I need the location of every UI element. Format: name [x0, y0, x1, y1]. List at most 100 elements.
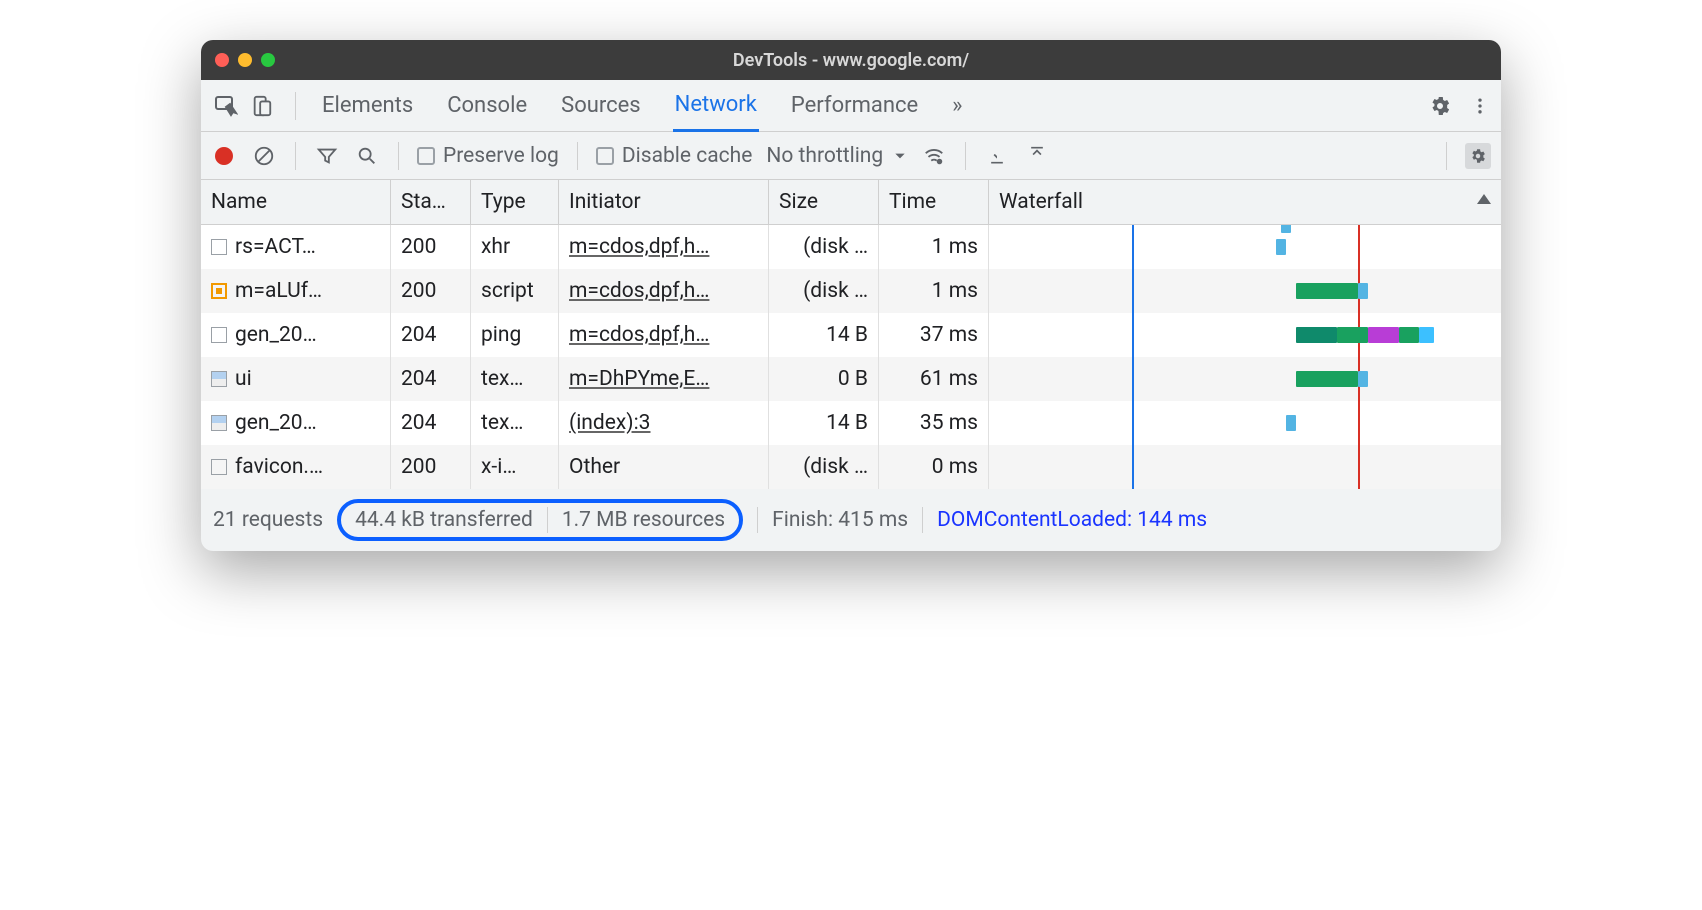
- separator: [1446, 142, 1447, 170]
- timing-bar: [1296, 327, 1337, 343]
- request-name: m=aLUf…: [235, 279, 322, 303]
- tab-network[interactable]: Network: [673, 80, 759, 132]
- requests-count: 21 requests: [213, 508, 323, 532]
- table-row[interactable]: m=aLUf…200scriptm=cdos,dpf,h…(disk …1 ms: [201, 269, 1501, 313]
- column-status[interactable]: Sta…: [391, 180, 471, 224]
- tab-sources[interactable]: Sources: [559, 81, 643, 130]
- timing-bar: [1368, 327, 1399, 343]
- table-row[interactable]: favicon.…200x-i…Other(disk …0 ms: [201, 445, 1501, 489]
- column-type[interactable]: Type: [471, 180, 559, 224]
- timing-bar: [1286, 415, 1296, 431]
- domcontentloaded-line: [1132, 445, 1134, 489]
- checkbox-icon: [417, 147, 435, 165]
- tabs-overflow-button[interactable]: »: [950, 81, 964, 130]
- request-size: 0 B: [769, 357, 879, 401]
- status-code: 204: [391, 357, 471, 401]
- throttling-label: No throttling: [766, 144, 883, 168]
- export-har-icon[interactable]: [1024, 143, 1050, 169]
- inspect-element-icon[interactable]: [213, 93, 239, 119]
- request-name: gen_20…: [235, 323, 317, 347]
- timing-bar: [1296, 371, 1357, 387]
- table-row[interactable]: ui204tex…m=DhPYme,E…0 B61 ms: [201, 357, 1501, 401]
- doc-file-icon: [211, 327, 227, 343]
- device-toggle-icon[interactable]: [249, 93, 275, 119]
- initiator-link[interactable]: m=cdos,dpf,h…: [569, 235, 709, 259]
- network-settings-gear-icon[interactable]: [1465, 143, 1491, 169]
- status-bar: 21 requests 44.4 kB transferred 1.7 MB r…: [201, 489, 1501, 551]
- waterfall-cell: [989, 445, 1501, 489]
- initiator-link[interactable]: m=cdos,dpf,h…: [569, 279, 709, 303]
- column-waterfall[interactable]: Waterfall: [989, 180, 1501, 224]
- window-title: DevTools - www.google.com/: [201, 50, 1501, 71]
- load-event-line: [1358, 445, 1360, 489]
- column-waterfall-label: Waterfall: [999, 190, 1083, 214]
- request-size: (disk …: [769, 269, 879, 313]
- request-time: 35 ms: [879, 401, 989, 445]
- import-har-icon[interactable]: [984, 143, 1010, 169]
- network-conditions-icon[interactable]: [921, 143, 947, 169]
- separator: [922, 507, 923, 533]
- doc-file-icon: [211, 459, 227, 475]
- clear-button[interactable]: [251, 143, 277, 169]
- request-type: script: [471, 269, 559, 313]
- close-window-button[interactable]: [215, 53, 229, 67]
- request-time: 0 ms: [879, 445, 989, 489]
- column-size[interactable]: Size: [769, 180, 879, 224]
- record-button[interactable]: [211, 143, 237, 169]
- tab-console[interactable]: Console: [445, 81, 529, 130]
- request-size: 14 B: [769, 401, 879, 445]
- throttling-dropdown[interactable]: No throttling: [766, 144, 907, 168]
- column-initiator[interactable]: Initiator: [559, 180, 769, 224]
- timing-bar: [1281, 225, 1291, 233]
- table-row[interactable]: gen_20…204tex…(index):314 B35 ms: [201, 401, 1501, 445]
- request-type: xhr: [471, 225, 559, 269]
- domcontentloaded-line: [1132, 225, 1134, 269]
- js-file-icon: [211, 283, 227, 299]
- request-time: 37 ms: [879, 313, 989, 357]
- chevron-down-icon: [893, 149, 907, 163]
- load-event-line: [1358, 225, 1360, 269]
- timing-bar: [1399, 327, 1419, 343]
- request-size: 14 B: [769, 313, 879, 357]
- domcontentloaded-line: [1132, 357, 1134, 401]
- initiator-link[interactable]: m=DhPYme,E…: [569, 367, 709, 391]
- table-row[interactable]: rs=ACT…200xhrm=cdos,dpf,h…(disk …1 ms: [201, 225, 1501, 269]
- initiator-link[interactable]: m=cdos,dpf,h…: [569, 323, 709, 347]
- doc-file-icon: [211, 239, 227, 255]
- table-row[interactable]: gen_20…204pingm=cdos,dpf,h…14 B37 ms: [201, 313, 1501, 357]
- maximize-window-button[interactable]: [261, 53, 275, 67]
- checkbox-icon: [596, 147, 614, 165]
- settings-gear-icon[interactable]: [1427, 93, 1453, 119]
- kebab-menu-icon[interactable]: [1467, 93, 1493, 119]
- finish-time: Finish: 415 ms: [772, 508, 908, 532]
- status-code: 200: [391, 225, 471, 269]
- sort-ascending-icon: [1477, 194, 1491, 204]
- preserve-log-checkbox[interactable]: Preserve log: [417, 144, 559, 168]
- load-event-line: [1358, 401, 1360, 445]
- tab-elements[interactable]: Elements: [320, 81, 415, 130]
- timing-bar: [1276, 239, 1286, 255]
- timing-bar: [1337, 327, 1368, 343]
- request-size: (disk …: [769, 225, 879, 269]
- separator: [295, 92, 296, 120]
- initiator-link[interactable]: (index):3: [569, 411, 651, 435]
- filter-icon[interactable]: [314, 143, 340, 169]
- separator: [295, 142, 296, 170]
- minimize-window-button[interactable]: [238, 53, 252, 67]
- tab-performance[interactable]: Performance: [789, 81, 920, 130]
- request-name: gen_20…: [235, 411, 317, 435]
- table-header: Name Sta… Type Initiator Size Time Water…: [201, 180, 1501, 225]
- waterfall-cell: [989, 313, 1501, 357]
- request-name: ui: [235, 367, 252, 391]
- column-time[interactable]: Time: [879, 180, 989, 224]
- waterfall-cell: [989, 401, 1501, 445]
- domcontentloaded-line: [1132, 313, 1134, 357]
- waterfall-cell: [989, 269, 1501, 313]
- initiator-link: Other: [569, 455, 620, 479]
- disable-cache-label: Disable cache: [622, 144, 753, 168]
- column-name[interactable]: Name: [201, 180, 391, 224]
- timing-bar: [1358, 371, 1368, 387]
- disable-cache-checkbox[interactable]: Disable cache: [596, 144, 753, 168]
- search-icon[interactable]: [354, 143, 380, 169]
- devtools-tabbar: Elements Console Sources Network Perform…: [201, 80, 1501, 132]
